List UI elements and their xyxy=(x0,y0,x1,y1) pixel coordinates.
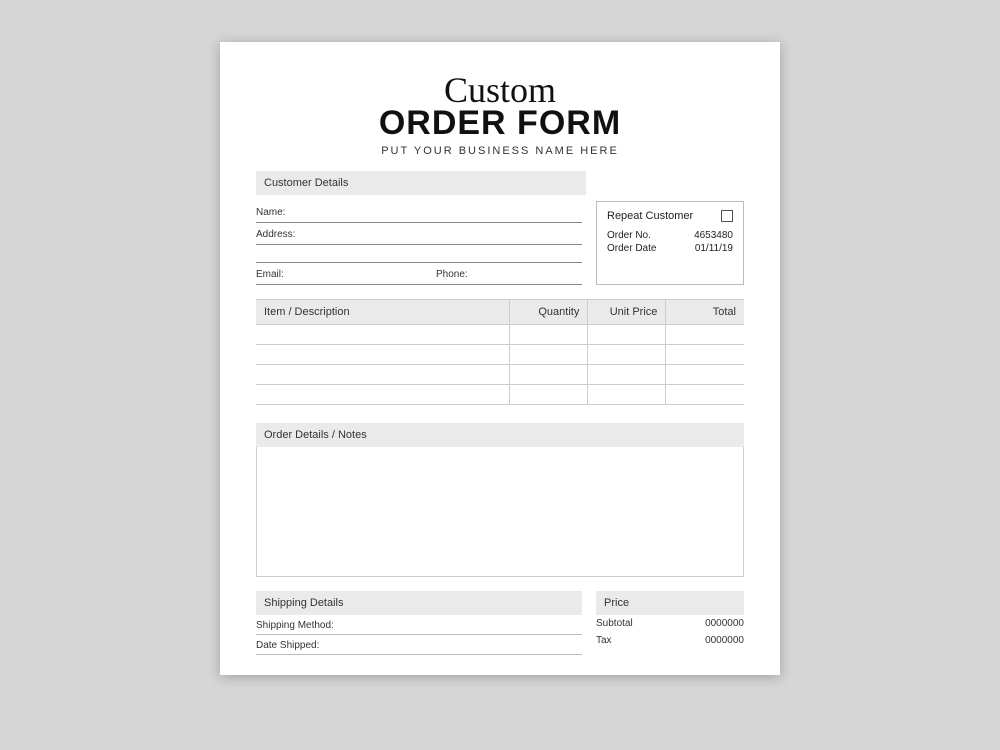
notes-bar: Order Details / Notes xyxy=(256,423,744,447)
name-label: Name: xyxy=(256,207,296,218)
header-title: ORDER FORM xyxy=(256,104,744,143)
price-bar: Price xyxy=(596,591,744,615)
table-row[interactable] xyxy=(256,345,744,365)
subtotal-label: Subtotal xyxy=(596,618,633,629)
order-date-value: 01/11/19 xyxy=(695,243,733,254)
order-date-row: Order Date 01/11/19 xyxy=(607,243,733,254)
repeat-customer-label: Repeat Customer xyxy=(607,210,693,222)
tax-row: Tax 0000000 xyxy=(596,632,744,649)
customer-row: Name: Address: Email: Phone: Repeat Cust… xyxy=(256,201,744,285)
shipping-method-field[interactable]: Shipping Method: xyxy=(256,615,582,635)
header-subtitle: PUT YOUR BUSINESS NAME HERE xyxy=(256,145,744,157)
customer-details-bar: Customer Details xyxy=(256,171,586,195)
col-total: Total xyxy=(666,300,744,325)
table-row[interactable] xyxy=(256,385,744,405)
col-unit-price: Unit Price xyxy=(588,300,666,325)
items-table: Item / Description Quantity Unit Price T… xyxy=(256,299,744,405)
contact-field[interactable]: Email: Phone: xyxy=(256,263,582,285)
order-no-value: 4653480 xyxy=(694,230,733,241)
order-no-row: Order No. 4653480 xyxy=(607,230,733,241)
bottom-row: Shipping Details Shipping Method: Date S… xyxy=(256,591,744,655)
form-header: Custom ORDER FORM PUT YOUR BUSINESS NAME… xyxy=(256,72,744,157)
shipping-section: Shipping Details Shipping Method: Date S… xyxy=(256,591,582,655)
col-description: Item / Description xyxy=(256,300,510,325)
date-shipped-field[interactable]: Date Shipped: xyxy=(256,635,582,655)
notes-box[interactable] xyxy=(256,447,744,577)
header-script: Custom xyxy=(256,72,744,108)
email-label: Email: xyxy=(256,269,296,280)
subtotal-value: 0000000 xyxy=(705,618,744,629)
address-label: Address: xyxy=(256,229,296,240)
phone-label: Phone: xyxy=(436,269,468,280)
customer-fields: Name: Address: Email: Phone: xyxy=(256,201,582,285)
subtotal-row: Subtotal 0000000 xyxy=(596,615,744,632)
tax-label: Tax xyxy=(596,635,612,646)
col-quantity: Quantity xyxy=(510,300,588,325)
shipping-bar: Shipping Details xyxy=(256,591,582,615)
table-row[interactable] xyxy=(256,365,744,385)
table-row[interactable] xyxy=(256,325,744,345)
repeat-customer-checkbox[interactable] xyxy=(721,210,733,222)
order-no-label: Order No. xyxy=(607,230,651,241)
order-meta-box: Repeat Customer Order No. 4653480 Order … xyxy=(596,201,744,285)
name-field[interactable]: Name: xyxy=(256,201,582,223)
price-section: Price Subtotal 0000000 Tax 0000000 xyxy=(596,591,744,655)
order-form-page: Custom ORDER FORM PUT YOUR BUSINESS NAME… xyxy=(220,42,780,675)
address-field[interactable]: Address: xyxy=(256,223,582,245)
address-field-2[interactable] xyxy=(256,245,582,263)
order-date-label: Order Date xyxy=(607,243,656,254)
tax-value: 0000000 xyxy=(705,635,744,646)
repeat-customer-row: Repeat Customer xyxy=(607,210,733,222)
